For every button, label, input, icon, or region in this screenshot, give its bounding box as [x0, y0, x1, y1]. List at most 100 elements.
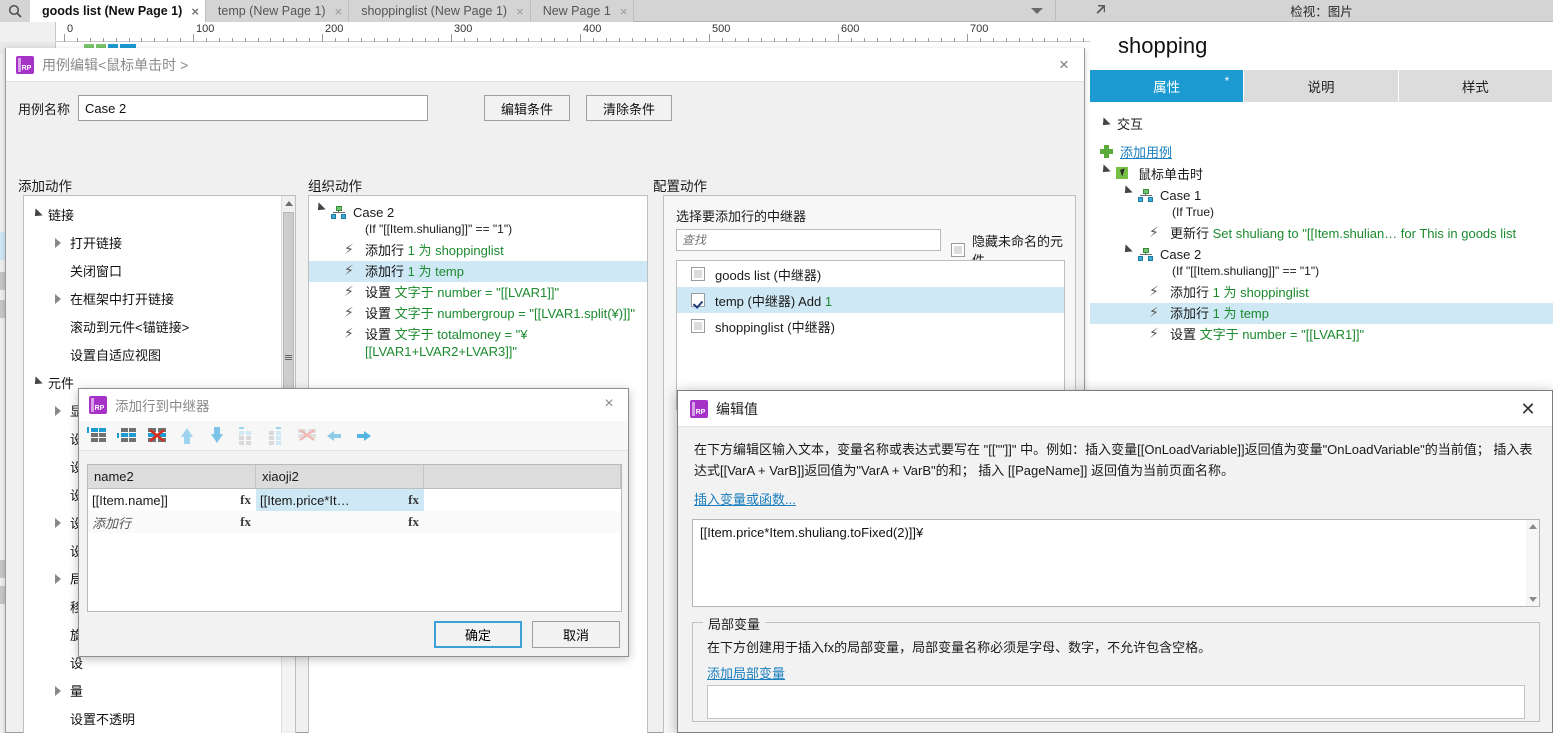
- event-row[interactable]: 鼠标单击时: [1090, 164, 1553, 185]
- repeater-checkbox[interactable]: [691, 319, 705, 333]
- repeater-list-item[interactable]: shoppinglist (中继器): [677, 313, 1064, 339]
- grid-cell[interactable]: [[Item.price*It… fx: [256, 489, 424, 511]
- grid-cell[interactable]: fx: [256, 511, 424, 533]
- close-icon[interactable]: ×: [516, 5, 524, 18]
- cursor-icon[interactable]: [1094, 3, 1110, 19]
- repeater-list[interactable]: goods list (中继器) temp (中继器) Add 1 shopping…: [676, 260, 1065, 410]
- case-action-row[interactable]: 添加行 1 为 shoppinglist: [1090, 282, 1553, 303]
- insert-column-right-icon[interactable]: [267, 426, 287, 445]
- case-row[interactable]: Case 1 (If True): [1090, 185, 1553, 223]
- fx-button[interactable]: fx: [240, 514, 251, 530]
- edit-condition-button[interactable]: 编辑条件: [484, 95, 570, 121]
- add-usecase-row[interactable]: 添加用例: [1090, 138, 1553, 164]
- properties-tab-0[interactable]: 属性 *: [1090, 70, 1245, 102]
- local-variables-list[interactable]: [707, 685, 1525, 719]
- organize-action-list[interactable]: Case 2(If "[[Item.shuliang]]" == "1") 添加行…: [309, 196, 647, 362]
- grid-cell[interactable]: [[Item.name]] fx: [88, 489, 256, 511]
- chevron-down-icon[interactable]: [32, 378, 41, 387]
- repeater-list-item[interactable]: temp (中继器) Add 1: [677, 287, 1064, 313]
- interaction-section-header[interactable]: 交互: [1090, 108, 1553, 138]
- properties-tab-1[interactable]: 说明: [1244, 70, 1399, 102]
- action-tree-item[interactable]: 量: [24, 676, 281, 704]
- grid-row[interactable]: 添加行 fx fx: [88, 511, 621, 533]
- chevron-right-icon[interactable]: [54, 573, 63, 584]
- interaction-tree[interactable]: 鼠标单击时 Case 1(If True) 更新行 Set shuliang to …: [1090, 164, 1553, 345]
- organize-action-row[interactable]: 添加行 1 为 temp: [309, 261, 647, 282]
- scroll-up-icon[interactable]: [282, 196, 295, 211]
- grid-cell[interactable]: 添加行 fx: [88, 511, 256, 533]
- grid-row[interactable]: [[Item.name]] fx [[Item.price*It… fx: [88, 489, 621, 511]
- organize-action-row[interactable]: 设置 文字于 numbergroup = "[[LVAR1.split(¥)]]…: [309, 303, 647, 324]
- chevron-right-icon[interactable]: [54, 293, 63, 304]
- grid-body[interactable]: [[Item.name]] fx [[Item.price*It… fx 添加行 fx fx: [88, 489, 621, 533]
- insert-row-below-icon[interactable]: [117, 427, 137, 445]
- chevron-down-icon[interactable]: [1122, 246, 1131, 255]
- properties-tabs[interactable]: 属性 * 说明 样式: [1090, 70, 1553, 102]
- action-tree-item[interactable]: 关闭窗口: [24, 256, 281, 284]
- close-icon[interactable]: ×: [335, 5, 343, 18]
- usecase-name-input[interactable]: [78, 95, 429, 121]
- organize-action-row[interactable]: 设置 文字于 totalmoney = "¥[[LVAR1+LVAR2+LVAR…: [309, 324, 647, 362]
- move-column-left-icon[interactable]: [327, 427, 347, 445]
- organize-case-header[interactable]: Case 2 (If "[[Item.shuliang]]" == "1"): [309, 202, 647, 240]
- page-tab-2[interactable]: shoppinglist (New Page 1) ×: [349, 0, 531, 22]
- chevron-right-icon[interactable]: [54, 237, 63, 248]
- chevron-down-icon[interactable]: [1020, 0, 1054, 22]
- chevron-down-icon[interactable]: [315, 204, 324, 213]
- organize-action-row[interactable]: 设置 文字于 number = "[[LVAR1]]": [309, 282, 647, 303]
- cancel-button[interactable]: 取消: [532, 621, 620, 648]
- case-action-row[interactable]: 添加行 1 为 temp: [1090, 303, 1553, 324]
- move-row-down-icon[interactable]: [207, 426, 227, 445]
- close-icon[interactable]: ×: [598, 393, 620, 415]
- close-icon[interactable]: ×: [620, 5, 628, 18]
- grid-cell[interactable]: [424, 489, 621, 511]
- textarea-scrollbar[interactable]: [1526, 519, 1540, 607]
- move-column-right-icon[interactable]: [357, 427, 377, 445]
- insert-row-above-icon[interactable]: [87, 426, 107, 445]
- action-tree-item[interactable]: 设置自适应视图: [24, 340, 281, 368]
- insert-column-left-icon[interactable]: [237, 426, 257, 445]
- chevron-right-icon[interactable]: [54, 517, 63, 528]
- action-tree-item[interactable]: 链接: [24, 200, 281, 228]
- grid-column-header[interactable]: [424, 465, 621, 488]
- page-tab-0[interactable]: goods list (New Page 1) ×: [30, 0, 206, 22]
- expression-textarea[interactable]: [[Item.price*Item.shuliang.toFixed(2)]]¥: [692, 519, 1540, 607]
- case-action-row[interactable]: 设置 文字于 number = "[[LVAR1]]": [1090, 324, 1553, 345]
- properties-tab-2[interactable]: 样式: [1398, 70, 1553, 102]
- ok-button[interactable]: 确定: [434, 621, 522, 648]
- chevron-down-icon[interactable]: [32, 210, 41, 219]
- case-row[interactable]: Case 2 (If "[[Item.shuliang]]" == "1"): [1090, 244, 1553, 282]
- search-icon[interactable]: [0, 0, 30, 22]
- page-tab-3[interactable]: New Page 1 ×: [530, 0, 635, 22]
- add-local-variable-link[interactable]: 添加局部变量: [707, 666, 785, 681]
- action-tree-item[interactable]: 打开链接: [24, 228, 281, 256]
- move-row-up-icon[interactable]: [177, 427, 197, 445]
- page-tab-1[interactable]: temp (New Page 1) ×: [205, 0, 350, 22]
- fx-button[interactable]: fx: [240, 492, 251, 508]
- repeater-list-item[interactable]: goods list (中继器): [677, 261, 1064, 287]
- grid-column-header[interactable]: name2: [88, 465, 256, 488]
- organize-action-row[interactable]: 添加行 1 为 shoppinglist: [309, 240, 647, 261]
- chevron-down-icon[interactable]: [1122, 187, 1131, 196]
- fx-button[interactable]: fx: [408, 492, 419, 508]
- insert-variable-link[interactable]: 插入变量或函数...: [694, 492, 796, 507]
- hide-unnamed-checkbox[interactable]: [951, 243, 965, 257]
- action-tree-item[interactable]: 设置不透明: [24, 704, 281, 732]
- chevron-right-icon[interactable]: [54, 685, 63, 696]
- delete-column-icon[interactable]: [297, 427, 317, 445]
- chevron-down-icon[interactable]: [1100, 166, 1109, 175]
- delete-row-icon[interactable]: [147, 427, 167, 445]
- action-tree-item[interactable]: 滚动到元件<锚链接>: [24, 312, 281, 340]
- close-icon[interactable]: ✕: [1516, 397, 1540, 421]
- grid-cell[interactable]: [424, 511, 621, 533]
- scroll-down-icon[interactable]: [1529, 597, 1537, 602]
- add-usecase-link[interactable]: 添加用例: [1120, 142, 1172, 161]
- close-icon[interactable]: ×: [191, 5, 199, 18]
- repeater-data-grid[interactable]: name2 xiaoji2 [[Item.name]] fx [[Item.price…: [87, 464, 622, 612]
- repeater-search-input[interactable]: [676, 229, 941, 251]
- clear-condition-button[interactable]: 清除条件: [586, 95, 672, 121]
- fx-button[interactable]: fx: [408, 514, 419, 530]
- repeater-checkbox[interactable]: [691, 267, 705, 281]
- close-icon[interactable]: ×: [1052, 53, 1076, 77]
- repeater-checkbox[interactable]: [691, 293, 705, 307]
